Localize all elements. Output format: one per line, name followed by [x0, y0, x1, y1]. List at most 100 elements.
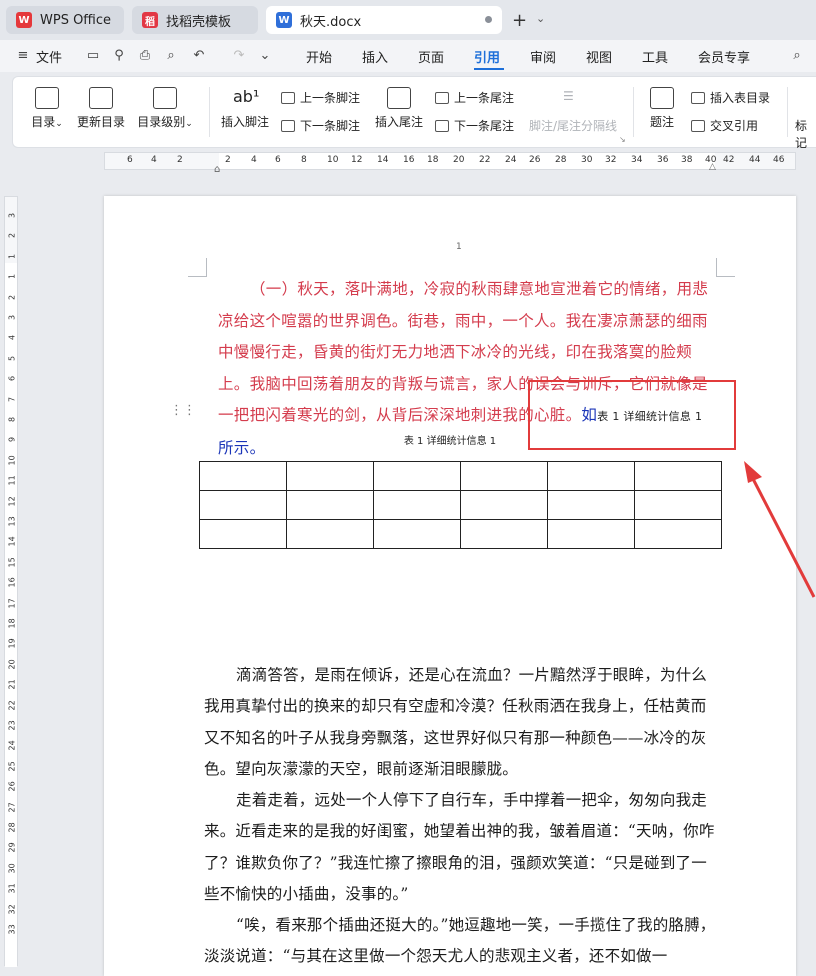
ruler-number: 26	[529, 155, 541, 165]
menu-tools[interactable]: 工具	[642, 47, 668, 66]
right-indent-marker-icon[interactable]: △	[709, 162, 716, 172]
menu-member[interactable]: 会员专享	[698, 47, 750, 66]
wps-logo-icon: W	[16, 12, 32, 28]
next-endnote-icon	[435, 119, 449, 132]
prev-endnote-button[interactable]: 上一条尾注	[435, 89, 514, 106]
ruler-number: 32	[7, 903, 17, 915]
body-paragraph-1[interactable]: 滴滴答答，是雨在倾诉，还是心在流血？一片黯然浮于眼眸，为什么我用真挚付出的换来的…	[204, 660, 716, 785]
next-endnote-button[interactable]: 下一条尾注	[435, 117, 514, 134]
tab-label: 秋天.docx	[300, 14, 362, 30]
print-icon[interactable]: ⎙	[138, 49, 152, 63]
page-number: 1	[456, 242, 462, 252]
ruler-number: 2	[225, 155, 231, 165]
ruler-number: 33	[7, 924, 17, 935]
menu-references[interactable]: 引用	[474, 47, 500, 66]
ruler-number: 25	[7, 761, 17, 772]
ruler-number: 38	[681, 155, 693, 165]
endnote-icon	[387, 87, 411, 109]
quick-access-more-icon[interactable]: ⌄	[258, 49, 272, 63]
insert-table-toc-button[interactable]: 插入表目录	[691, 89, 770, 106]
ruler-number: 24	[505, 155, 517, 165]
cross-reference-icon	[691, 119, 705, 132]
body-paragraph-2[interactable]: 走着走着，远处一个人停下了自行车，手中撑着一把伞，匆匆向我走来。近看走来的是我的…	[204, 785, 716, 910]
ruler-number: 18	[7, 618, 17, 629]
ruler-number: 6	[127, 155, 133, 165]
hamburger-menu-icon[interactable]: ≡	[16, 49, 30, 63]
menu-file[interactable]: 文件	[36, 47, 62, 66]
next-endnote-label: 下一条尾注	[454, 119, 515, 133]
annotation-arrow-icon	[744, 461, 816, 598]
update-toc-icon	[89, 87, 113, 109]
ruler-number: 20	[453, 155, 465, 165]
ruler-number: 34	[631, 155, 643, 165]
ruler-number: 2	[7, 233, 17, 239]
crop-mark	[188, 258, 207, 277]
unsaved-dot-icon[interactable]	[485, 16, 492, 23]
menu-home[interactable]: 开始	[306, 47, 332, 66]
horizontal-ruler[interactable]: 6 4 2 2 4 6 8 10 12 14 16 18 20 22 24 26 28 30 32 34 36 38 40 4…	[104, 152, 796, 170]
ruler-number: 8	[301, 155, 307, 165]
cross-reference-label: 交叉引用	[710, 119, 759, 133]
ruler-number: 6	[7, 376, 17, 382]
next-footnote-label: 下一条脚注	[300, 119, 361, 133]
note-separator-button[interactable]: 脚注/尾注分隔线	[529, 117, 617, 134]
new-tab-plus-icon[interactable]: +	[512, 10, 527, 31]
crop-mark	[716, 258, 735, 277]
menu-review[interactable]: 审阅	[530, 47, 556, 66]
ruler-number: 22	[7, 699, 17, 711]
print-preview-icon[interactable]: ⌕	[164, 49, 178, 63]
search-icon[interactable]: ⌕	[790, 49, 804, 63]
undo-icon[interactable]: ↶	[192, 49, 206, 63]
caption-button[interactable]: 题注	[643, 87, 681, 130]
left-indent-marker-icon[interactable]: ⌂	[214, 164, 220, 175]
separator-line-icon-area: ☰	[529, 89, 574, 103]
vertical-ruler[interactable]: 3 2 1 1 2 3 4 5 6 7 8 9 10 11 12 13 14 15 16 17 18 19 20 21 22 23…	[4, 196, 18, 967]
chevron-down-icon[interactable]: ⌄	[536, 12, 545, 25]
tab-bar: W WPS Office 稻 找稻壳模板 W 秋天.docx + ⌄	[0, 0, 816, 40]
tab-docer-templates[interactable]: 稻 找稻壳模板	[132, 6, 258, 34]
caption-label: 题注	[649, 115, 674, 129]
menu-layout[interactable]: 页面	[418, 47, 444, 66]
ruler-number: 12	[7, 495, 17, 507]
ruler-number: 10	[7, 455, 17, 466]
menu-insert[interactable]: 插入	[362, 47, 388, 66]
menu-view[interactable]: 视图	[586, 47, 612, 66]
cross-reference-button[interactable]: 交叉引用	[691, 117, 758, 134]
ruler-number: 46	[773, 155, 785, 165]
ruler-number: 28	[555, 155, 567, 165]
insert-endnote-label: 插入尾注	[374, 115, 423, 129]
note-separator-label: 脚注/尾注分隔线	[529, 119, 618, 133]
insert-endnote-button[interactable]: 插入尾注	[373, 87, 425, 130]
document-page[interactable]: 1 （一）秋天，落叶满地，冷寂的秋雨肆意地宣泄着它的情绪，用悲凉给这个喧嚣的世界…	[104, 196, 796, 976]
next-footnote-button[interactable]: 下一条脚注	[281, 117, 360, 134]
insert-footnote-button[interactable]: ab¹ 插入脚注	[219, 87, 271, 130]
prev-footnote-button[interactable]: 上一条脚注	[281, 89, 360, 106]
toc-button[interactable]: 目录⌄	[27, 87, 67, 130]
ruler-number: 22	[479, 155, 491, 165]
dialog-launcher-icon[interactable]: ↘	[619, 135, 626, 144]
save-icon[interactable]: ▭	[86, 49, 100, 63]
prev-endnote-icon	[435, 91, 449, 104]
ruler-number: 2	[177, 155, 183, 165]
ruler-number: 5	[7, 355, 17, 361]
tab-wps-office[interactable]: W WPS Office	[6, 6, 124, 34]
ruler-number: 19	[7, 638, 17, 649]
share-icon[interactable]: ⚲	[112, 49, 126, 63]
table-row	[199, 519, 722, 549]
separator-line-icon: ☰	[563, 89, 574, 103]
chevron-down-icon: ⌄	[185, 119, 193, 129]
document-table[interactable]	[199, 461, 722, 549]
ruler-number: 17	[7, 597, 17, 609]
body-paragraph-3[interactable]: “唉，看来那个插曲还挺大的。”她逗趣地一笑，一手揽住了我的胳膊，淡淡说道：“与其…	[204, 910, 716, 973]
update-toc-button[interactable]: 更新目录	[75, 87, 127, 130]
table-row	[199, 461, 722, 491]
footnote-icon: ab¹	[233, 87, 260, 106]
ruler-number: 3	[7, 212, 17, 219]
toc-level-button[interactable]: 目录级别⌄	[135, 87, 195, 130]
mark-button[interactable]: 标记	[795, 117, 816, 151]
redo-icon[interactable]: ↷	[232, 49, 246, 63]
tab-document[interactable]: W 秋天.docx	[266, 6, 502, 34]
paragraph-drag-handle-icon[interactable]: ⋮⋮	[170, 404, 196, 417]
table-toc-icon	[691, 91, 705, 104]
prev-endnote-label: 上一条尾注	[454, 91, 515, 105]
